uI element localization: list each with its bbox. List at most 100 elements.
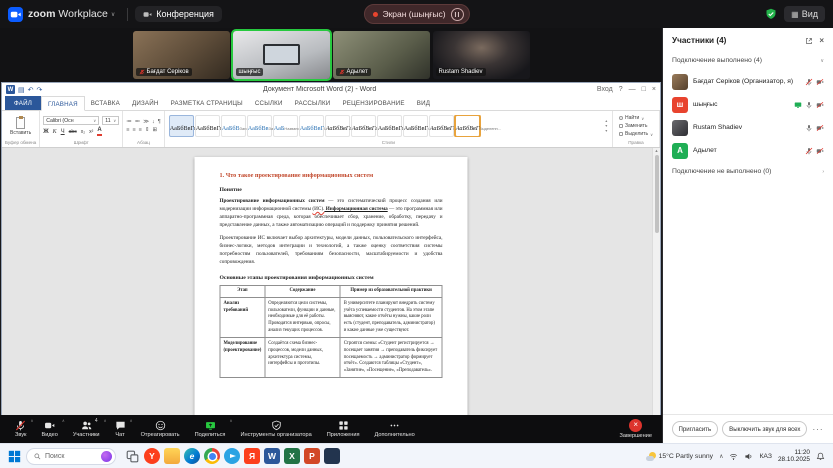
search-box[interactable]: Поиск [26, 448, 116, 465]
table-cell[interactable]: В университете планируют внедрить систем… [340, 298, 442, 338]
style-chip[interactable]: АаБбВвГЦитата 2 [429, 115, 454, 137]
style-chip[interactable]: АаБбВвГгОбычный [169, 115, 194, 137]
tab-layout[interactable]: РАЗМЕТКА СТРАНИЦЫ [165, 96, 249, 110]
chevron-up-icon[interactable]: ∧ [230, 418, 233, 423]
bullet-list-icon[interactable]: ≔ [126, 119, 132, 125]
invite-button[interactable]: Пригласить [672, 421, 719, 437]
tab-view[interactable]: ВИД [411, 96, 436, 110]
file-explorer-icon[interactable] [164, 448, 180, 464]
pilcrow-icon[interactable]: ¶ [158, 119, 161, 125]
tab-references[interactable]: ССЫЛКИ [249, 96, 289, 110]
style-chip[interactable]: АаБбВЗаголовок 1 [221, 115, 246, 137]
edge-browser-icon[interactable]: e [184, 448, 200, 464]
line-spacing-icon[interactable]: ⇕ [145, 127, 150, 133]
view-button[interactable]: ▦ Вид [784, 6, 825, 22]
chevron-up-icon[interactable]: ∧ [62, 418, 65, 423]
video-thumbnail[interactable]: шыңғыс [233, 31, 330, 79]
weather-widget[interactable]: 15°C Partly sunny [646, 452, 713, 461]
security-shield-icon[interactable] [765, 8, 777, 20]
notifications-icon[interactable] [816, 452, 825, 461]
chevron-up-icon[interactable]: ∧ [104, 418, 107, 423]
tab-file[interactable]: ФАЙЛ [5, 96, 41, 110]
volume-icon[interactable] [744, 452, 753, 461]
tab-meeting[interactable]: Конференция [135, 6, 222, 22]
powerpoint-taskbar-icon[interactable]: P [304, 448, 320, 464]
doc-paragraph[interactable]: Проектирование ИС включает выбор архитек… [220, 234, 443, 266]
participant-row[interactable]: А Адылет [663, 139, 833, 162]
popout-icon[interactable] [805, 37, 813, 45]
clock[interactable]: 11:20 28.10.2025 [778, 449, 810, 464]
mute-all-button[interactable]: Выключить звук для всех [722, 421, 807, 437]
more-button[interactable]: Дополнительно [368, 415, 422, 443]
align-center-icon[interactable]: ≡ [132, 127, 135, 133]
paste-button[interactable]: Вставить [5, 117, 36, 136]
table-header[interactable]: Этап [220, 285, 265, 298]
minimize-icon[interactable]: — [629, 86, 636, 93]
save-icon[interactable]: ▤ [18, 86, 25, 94]
chevron-down-icon[interactable]: ∨ [111, 11, 115, 18]
style-chip[interactable]: АаБбВвГСтрогий [403, 115, 428, 137]
styles-gallery-scroll[interactable]: ▲▼▼ [604, 119, 609, 133]
end-meeting-button[interactable]: × Завершение [612, 415, 654, 443]
scrollbar-thumb[interactable] [655, 155, 659, 233]
yandex-app-icon[interactable]: Я [244, 448, 260, 464]
redo-icon[interactable]: ↷ [37, 86, 43, 94]
participant-row[interactable]: Rustam Shadiev [663, 116, 833, 139]
style-chip[interactable]: АаБНазвание [273, 115, 298, 137]
chevron-up-icon[interactable]: ∧ [130, 418, 133, 423]
section-connected[interactable]: Подключение выполнено (4) ∨ [663, 51, 833, 70]
style-chip[interactable]: АаБбВвГВыделенн... [455, 115, 480, 137]
doc-heading[interactable]: 1. Что такое проектирование информационн… [220, 172, 443, 179]
participant-row[interactable]: ш шыңғыс [663, 93, 833, 116]
pause-share-icon[interactable] [451, 8, 464, 21]
sign-in-label[interactable]: Вход [597, 86, 613, 93]
hidden-icons-chevron[interactable]: ∧ [719, 453, 723, 460]
select-button[interactable]: Выделить∨ [619, 131, 653, 137]
font-name-select[interactable]: Calibri (Осн∨ [43, 116, 99, 125]
indent-icon[interactable]: ≫ [143, 119, 149, 125]
table-cell[interactable]: Создаётся схема бизнес-процессов, модели… [265, 338, 340, 378]
doc-subheading[interactable]: Понятие [220, 187, 443, 193]
footer-more-icon[interactable]: ··· [811, 425, 824, 434]
scroll-up-icon[interactable]: ▲ [655, 148, 659, 153]
style-chip[interactable]: АаБбВвГг1 Без инте... [195, 115, 220, 137]
font-size-select[interactable]: 11∨ [102, 116, 119, 125]
audio-button[interactable]: Звук ∧ [8, 415, 33, 443]
borders-icon[interactable]: ⊞ [152, 127, 157, 133]
wifi-icon[interactable] [729, 452, 738, 461]
align-right-icon[interactable]: ≡ [139, 127, 142, 133]
word-taskbar-icon[interactable]: W [264, 448, 280, 464]
chat-button[interactable]: Чат ∧ [108, 415, 133, 443]
doc-subheading[interactable]: Основные этапы проектирования информацио… [220, 275, 443, 281]
close-icon[interactable]: × [652, 86, 656, 93]
style-chip[interactable]: АаБбВвГгСильное в... [377, 115, 402, 137]
reactions-button[interactable]: Отреагировать [134, 415, 187, 443]
start-button[interactable] [8, 450, 21, 463]
style-chip[interactable]: АаБбВвГгСлабое выд... [325, 115, 350, 137]
tab-insert[interactable]: ВСТАВКА [85, 96, 126, 110]
excel-taskbar-icon[interactable]: X [284, 448, 300, 464]
doc-paragraph[interactable]: Проектирование информационных систем — э… [220, 197, 443, 229]
video-button[interactable]: Видео ∧ [34, 415, 64, 443]
italic-button[interactable]: К [53, 129, 57, 135]
doc-table[interactable]: Этап Содержание Пример из образовательно… [220, 285, 443, 379]
style-chip[interactable]: АаБбВвГПодзаголо... [299, 115, 324, 137]
find-button[interactable]: Найти∨ [619, 115, 653, 121]
align-left-icon[interactable]: ≡ [126, 127, 129, 133]
pinned-app-icon[interactable] [324, 448, 340, 464]
host-tools-button[interactable]: Инструменты организатора [233, 415, 318, 443]
chevron-up-icon[interactable]: ∧ [31, 418, 34, 423]
yandex-browser-icon[interactable]: Y [144, 448, 160, 464]
task-view-icon[interactable] [124, 448, 140, 464]
tab-home[interactable]: ГЛАВНАЯ [41, 96, 85, 111]
table-cell[interactable]: Анализ требований [220, 298, 265, 338]
close-panel-icon[interactable]: × [819, 36, 824, 45]
strikethrough-button[interactable]: abc [69, 129, 77, 135]
share-button[interactable]: Поделиться ∧ [188, 415, 233, 443]
participant-row[interactable]: Бағдат Серіков (Организатор, я) [663, 70, 833, 93]
undo-icon[interactable]: ↶ [28, 86, 34, 94]
table-header[interactable]: Пример из образовательной практики [340, 285, 442, 298]
style-chip[interactable]: АаБбВвЗаголовок 2 [247, 115, 272, 137]
table-header[interactable]: Содержание [265, 285, 340, 298]
font-color-button[interactable]: А [97, 127, 101, 136]
